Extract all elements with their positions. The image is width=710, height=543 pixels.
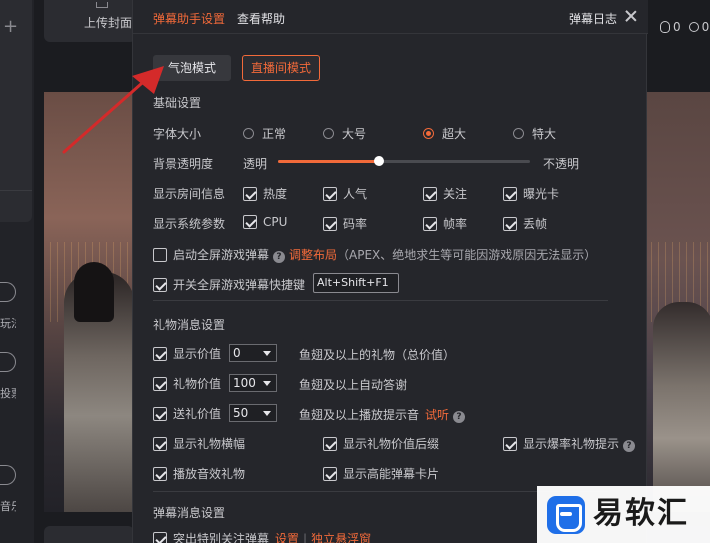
left-label-vote[interactable]: 投票: [0, 385, 16, 401]
room-info-exposure-card[interactable]: 曝光卡: [503, 185, 559, 201]
burst-gift-tip-checkbox[interactable]: 显示爆率礼物提示?: [503, 435, 639, 452]
danmu-assistant-dialog: 弹幕助手设置 查看帮助 弹幕日志 气泡模式 直播间模式 基础设置 字体大小 正常…: [132, 0, 648, 543]
room-mode-button[interactable]: 直播间模式: [242, 55, 320, 81]
adjust-layout-link[interactable]: 调整布局: [289, 248, 337, 262]
logo-text: 易软汇: [593, 496, 689, 531]
show-value-suffix: 鱼翅及以上的礼物（总价值）: [299, 348, 456, 362]
sys-param-dropped-frames[interactable]: 丢帧: [503, 215, 547, 231]
shortcut-key-input[interactable]: Alt+Shift+F1: [313, 273, 399, 293]
stats-bar: 00: [660, 20, 709, 34]
gift-value-select[interactable]: 100: [229, 374, 277, 392]
left-label-music[interactable]: 音乐: [0, 498, 16, 514]
float-window-link[interactable]: 独立悬浮窗: [311, 532, 371, 543]
chevron-down-icon: [263, 351, 271, 356]
logo-icon: [547, 496, 585, 534]
watermark-logo: 易软汇: [537, 486, 710, 543]
font-size-xxlarge[interactable]: 特大: [513, 125, 556, 141]
show-value-select[interactable]: 0: [229, 344, 277, 362]
opacity-slider-thumb[interactable]: [373, 156, 384, 166]
danmu-settings-title: 弹幕消息设置: [153, 506, 226, 520]
preview-sound-link[interactable]: 试听: [425, 408, 449, 422]
opacity-max-label: 不透明: [543, 157, 580, 171]
tab-settings[interactable]: 弹幕助手设置: [153, 10, 225, 27]
close-icon[interactable]: [625, 10, 637, 22]
fullscreen-game-hint: （APEX、绝地求生等可能因游戏原因无法显示）: [337, 248, 597, 262]
chevron-down-icon: [263, 381, 271, 386]
font-size-normal[interactable]: 正常: [243, 125, 286, 141]
sound-gift-checkbox[interactable]: 播放音效礼物: [153, 465, 245, 481]
eye-icon: [688, 22, 699, 32]
send-value-checkbox[interactable]: 送礼价值: [153, 405, 221, 421]
plus-icon[interactable]: +: [3, 18, 21, 36]
cover-image-right: [645, 92, 710, 512]
help-icon[interactable]: ?: [453, 411, 466, 423]
room-info-popularity[interactable]: 人气: [323, 185, 367, 201]
opacity-slider[interactable]: [278, 156, 530, 166]
opacity-slider-fill: [278, 160, 379, 163]
room-info-heat[interactable]: 热度: [243, 185, 287, 201]
gift-price-suffix-checkbox[interactable]: 显示礼物价值后缀: [323, 435, 439, 451]
like-count: 0: [673, 20, 681, 34]
font-size-xlarge[interactable]: 超大: [423, 125, 466, 141]
font-size-large[interactable]: 大号: [323, 125, 366, 141]
fullscreen-shortcut-checkbox[interactable]: 开关全屏游戏弹幕快捷键: [153, 276, 305, 292]
view-count: 0: [701, 20, 710, 34]
danmu-log-button[interactable]: 弹幕日志: [569, 10, 617, 27]
gift-banner-checkbox[interactable]: 显示礼物横幅: [153, 435, 245, 451]
help-icon[interactable]: ?: [273, 251, 286, 263]
annotation-arrow: [62, 66, 164, 154]
upload-icon: [96, 2, 108, 8]
left-divider: [0, 190, 32, 191]
room-info-follow[interactable]: 关注: [423, 185, 467, 201]
high-energy-card-checkbox[interactable]: 显示高能弹幕卡片: [323, 465, 439, 481]
section-divider: [153, 300, 608, 301]
help-icon[interactable]: ?: [623, 440, 636, 452]
sys-param-cpu[interactable]: CPU: [243, 215, 287, 231]
gift-settings-title: 礼物消息设置: [153, 318, 226, 332]
sys-param-framerate[interactable]: 帧率: [423, 215, 467, 231]
send-value-suffix: 鱼翅及以上播放提示音 试听?: [299, 406, 469, 423]
highlight-follow-danmu-checkbox[interactable]: 突出特别关注弹幕 设置 | 独立悬浮窗: [153, 530, 371, 543]
chevron-down-icon: [263, 411, 271, 416]
upload-cover-label[interactable]: 上传封面: [84, 14, 132, 31]
opacity-min-label: 透明: [243, 157, 268, 171]
room-info-label: 显示房间信息: [153, 187, 226, 201]
gift-value-suffix: 鱼翅及以上自动答谢: [299, 378, 408, 392]
left-label-play[interactable]: 玩法: [0, 315, 16, 331]
flame-icon: [660, 21, 670, 33]
sys-param-bitrate[interactable]: 码率: [323, 215, 367, 231]
show-value-checkbox[interactable]: 显示价值: [153, 345, 221, 361]
fullscreen-game-danmu-checkbox[interactable]: 启动全屏游戏弹幕? 调整布局（APEX、绝地求生等可能因游戏原因无法显示）: [153, 246, 597, 263]
send-value-select[interactable]: 50: [229, 404, 277, 422]
highlight-settings-link[interactable]: 设置: [275, 532, 299, 543]
bottom-card-left: [44, 526, 134, 543]
gift-value-checkbox[interactable]: 礼物价值: [153, 375, 221, 391]
dialog-titlebar: 弹幕助手设置 查看帮助 弹幕日志: [133, 0, 648, 34]
tab-help[interactable]: 查看帮助: [237, 10, 285, 27]
sys-params-label: 显示系统参数: [153, 217, 226, 231]
